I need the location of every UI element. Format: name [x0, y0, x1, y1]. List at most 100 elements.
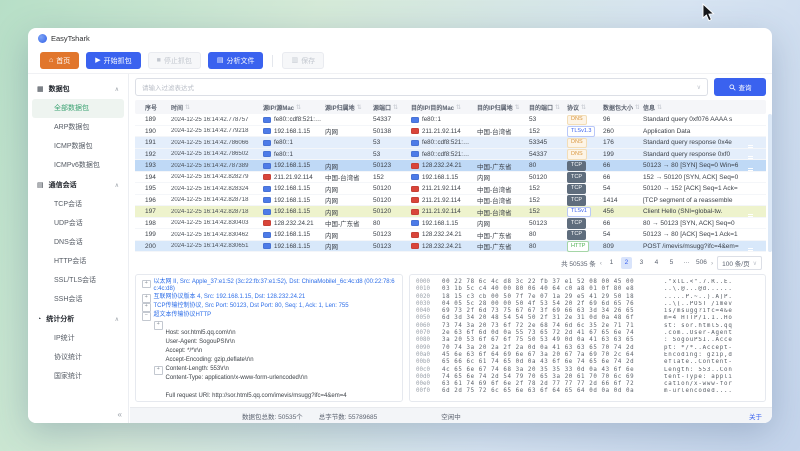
expand-node-icon[interactable]: + [142, 303, 151, 312]
hex-row[interactable]: 000000 22 78 6c 4c d8 3c 22 fb 37 e1 52 … [416, 279, 759, 286]
sort-icon[interactable]: ⇅ [555, 104, 560, 111]
sidebar-item-http-sessions[interactable]: HTTP会话 [28, 252, 128, 271]
table-row[interactable]: 1992024-12-25 16:14:42.830462192.168.1.1… [135, 229, 766, 241]
column-header[interactable]: 源端口⇅ [373, 103, 407, 112]
hex-row[interactable]: 00f06d 2d 75 72 6c 65 6e 63 6f 64 65 64 … [416, 388, 759, 395]
sidebar-item-tcp-sessions[interactable]: TCP会话 [28, 195, 128, 214]
hex-row[interactable]: 00506d 3d 34 20 48 54 54 50 2f 31 2e 31 … [416, 315, 759, 322]
tree-item[interactable]: +互联网协议版本 4, Src: 192.168.1.15, Dst: 128.… [142, 294, 396, 303]
table-row[interactable]: 1932024-12-25 16:14:42.787389192.168.1.1… [135, 160, 766, 172]
hex-row[interactable]: 00803a 20 53 6f 67 6f 75 50 53 49 0d 0a … [416, 337, 759, 344]
hex-row[interactable]: 00e063 61 74 69 6f 6e 2f 78 2d 77 77 77 … [416, 381, 759, 388]
page-button[interactable]: 5 [666, 257, 677, 269]
sidebar-section-packets[interactable]: ▦数据包∧ [28, 79, 128, 99]
tree-item[interactable]: Accept: */*\r\n [142, 348, 396, 357]
table-row[interactable]: 1962024-12-25 16:14:42.828718192.168.1.1… [135, 195, 766, 207]
hex-row[interactable]: 001003 1b 5c c4 40 00 80 06 40 64 c0 a8 … [416, 286, 759, 293]
tree-item[interactable]: + [142, 321, 396, 330]
table-row[interactable]: 1952024-12-25 16:14:42.828324192.168.1.1… [135, 183, 766, 195]
hex-row[interactable]: 00702e 63 6f 6d 0d 0a 55 73 65 72 2d 41 … [416, 330, 759, 337]
expand-node-icon[interactable]: + [142, 294, 151, 303]
sidebar-item-ssl-tls-sessions[interactable]: SSL/TLS会话 [28, 271, 128, 290]
hex-row[interactable]: 006073 74 3a 20 73 6f 72 2e 68 74 6d 6c … [416, 323, 759, 330]
hex-row[interactable]: 003004 05 5c 28 00 00 50 4f 53 54 20 2f … [416, 301, 759, 308]
column-header[interactable]: 目的端口⇅ [529, 103, 563, 112]
tree-item[interactable]: Accept-Encoding: gzip,deflate\r\n [142, 357, 396, 366]
column-header[interactable]: 时间⇅ [171, 103, 259, 112]
prev-page-icon[interactable]: ‹ [600, 260, 602, 267]
sidebar-item-protocol-stats[interactable]: 协议统计 [28, 348, 128, 367]
toolbar-button-start-capture[interactable]: ▶开始抓包 [86, 52, 140, 69]
collapse-icon[interactable]: ∧ [115, 316, 119, 323]
table-row[interactable]: 1942024-12-25 16:14:42.828279211.21.92.1… [135, 172, 766, 184]
table-row[interactable]: 1912024-12-25 16:14:42.786066fe80::153fe… [135, 137, 766, 149]
sidebar-item-ssh-sessions[interactable]: SSH会话 [28, 290, 128, 309]
about-link[interactable]: 关于 [749, 411, 762, 421]
tree-item[interactable]: Content-Type: application/x-www-form-url… [142, 375, 396, 384]
sort-icon[interactable]: ⇅ [581, 104, 586, 111]
tree-item[interactable]: Host: sor.html5.qq.com\r\n [142, 330, 396, 339]
page-button[interactable]: 1 [606, 257, 617, 269]
hex-row[interactable]: 00c04c 65 6e 67 74 68 3a 20 35 35 33 0d … [416, 367, 759, 374]
tree-item[interactable]: User-Agent: SogouPSI\r\n [142, 339, 396, 348]
sort-icon[interactable]: ⇅ [635, 104, 639, 111]
sidebar-item-all-packets[interactable]: 全部数据包 [32, 99, 124, 118]
tree-item[interactable]: Full request URI: http://sor.html5.qq.co… [142, 393, 396, 402]
column-header[interactable]: 源IP/源Mac⇅ [263, 103, 321, 112]
sidebar-item-icmpv6-packets[interactable]: ICMPv6数据包 [28, 156, 128, 175]
sort-icon[interactable]: ⇅ [296, 104, 301, 111]
sort-icon[interactable]: ⇅ [515, 104, 520, 111]
toolbar-button-stop-capture[interactable]: ■停止抓包 [148, 52, 201, 69]
sidebar-item-ip-stats[interactable]: IP统计 [28, 329, 128, 348]
table-scrollbar[interactable] [768, 114, 772, 252]
table-row[interactable]: 1972024-12-25 16:14:42.828718192.168.1.1… [135, 206, 766, 218]
next-page-icon[interactable]: › [711, 260, 713, 267]
sidebar-item-udp-sessions[interactable]: UDP会话 [28, 214, 128, 233]
page-size-select[interactable]: 100 条/页∨ [717, 256, 762, 270]
sidebar-section-statistics[interactable]: ◔统计分析∧ [28, 309, 128, 329]
collapse-icon[interactable]: ∧ [115, 86, 119, 93]
tree-item[interactable]: −超文本传输协议HTTP [142, 312, 396, 321]
filter-input[interactable]: 请输入过滤表达式 ∨ [135, 78, 708, 96]
table-row[interactable]: 2002024-12-25 16:14:42.830651192.168.1.1… [135, 241, 766, 253]
hex-row[interactable]: 002018 15 c3 cb 00 50 7f 7e 07 1a 29 e5 … [416, 294, 759, 301]
hex-row[interactable]: 00b065 66 6c 61 74 65 0d 0a 43 6f 6e 74 … [416, 359, 759, 366]
sort-icon[interactable]: ⇅ [456, 104, 461, 111]
page-button[interactable]: 506 [696, 257, 707, 269]
toolbar-button-analyze-file[interactable]: ▤分析文件 [208, 52, 264, 69]
page-button[interactable]: 3 [636, 257, 647, 269]
sidebar-item-arp-packets[interactable]: ARP数据包 [28, 118, 128, 137]
expand-node-icon[interactable]: + [154, 321, 163, 330]
sort-icon[interactable]: ⇅ [657, 104, 662, 111]
column-header[interactable]: 目的IP归属地⇅ [477, 103, 525, 112]
tree-item[interactable] [142, 384, 396, 393]
tree-item[interactable]: +TCP传输控制协议, Src Port: 50123, Dst Port: 8… [142, 303, 396, 312]
sidebar-item-country-stats[interactable]: 国家统计 [28, 367, 128, 386]
column-header[interactable]: 目的IP/目的Mac⇅ [411, 103, 473, 112]
collapse-node-icon[interactable]: − [142, 312, 151, 321]
page-button[interactable]: 2 [621, 257, 632, 269]
column-header[interactable]: 信息⇅ [643, 103, 742, 112]
search-button[interactable]: 查询 [714, 78, 766, 96]
sidebar-item-icmp-packets[interactable]: ICMP数据包 [28, 137, 128, 156]
column-header[interactable]: 源IP归属地⇅ [325, 103, 369, 112]
hex-row[interactable]: 00d074 65 6e 74 2d 54 79 70 65 3a 20 61 … [416, 374, 759, 381]
sidebar-collapse-icon[interactable]: « [118, 410, 122, 419]
sidebar-section-sessions[interactable]: ▤通信会话∧ [28, 175, 128, 195]
hex-row[interactable]: 004069 73 2f 6d 73 75 67 67 3f 69 66 63 … [416, 308, 759, 315]
expand-node-icon[interactable]: + [142, 280, 151, 289]
hex-row[interactable]: 00a045 6e 63 6f 64 69 6e 67 3a 20 67 7a … [416, 352, 759, 359]
sort-icon[interactable]: ⇅ [185, 104, 190, 111]
page-button[interactable]: 4 [651, 257, 662, 269]
hex-row[interactable]: 009070 74 3a 20 2a 2f 2a 0d 0a 41 63 63 … [416, 345, 759, 352]
table-row[interactable]: 1902024-12-25 16:14:42.779218192.168.1.1… [135, 126, 766, 138]
tree-item[interactable]: +以太网 II, Src: Apple_37:e1:52 (3c:22:fb:3… [142, 279, 396, 294]
column-header[interactable]: 协议⇅ [567, 103, 599, 112]
toolbar-button-save[interactable]: ▥保存 [282, 52, 324, 69]
chevron-down-icon[interactable]: ∨ [697, 84, 701, 91]
expand-node-icon[interactable]: + [154, 366, 163, 375]
tree-item[interactable]: +Content-Length: 553\r\n [142, 366, 396, 375]
sidebar-item-dns-sessions[interactable]: DNS会话 [28, 233, 128, 252]
table-row[interactable]: 1922024-12-25 16:14:42.786502fe80::153fe… [135, 149, 766, 161]
table-row[interactable]: 1982024-12-25 16:14:42.830403128.232.24.… [135, 218, 766, 230]
